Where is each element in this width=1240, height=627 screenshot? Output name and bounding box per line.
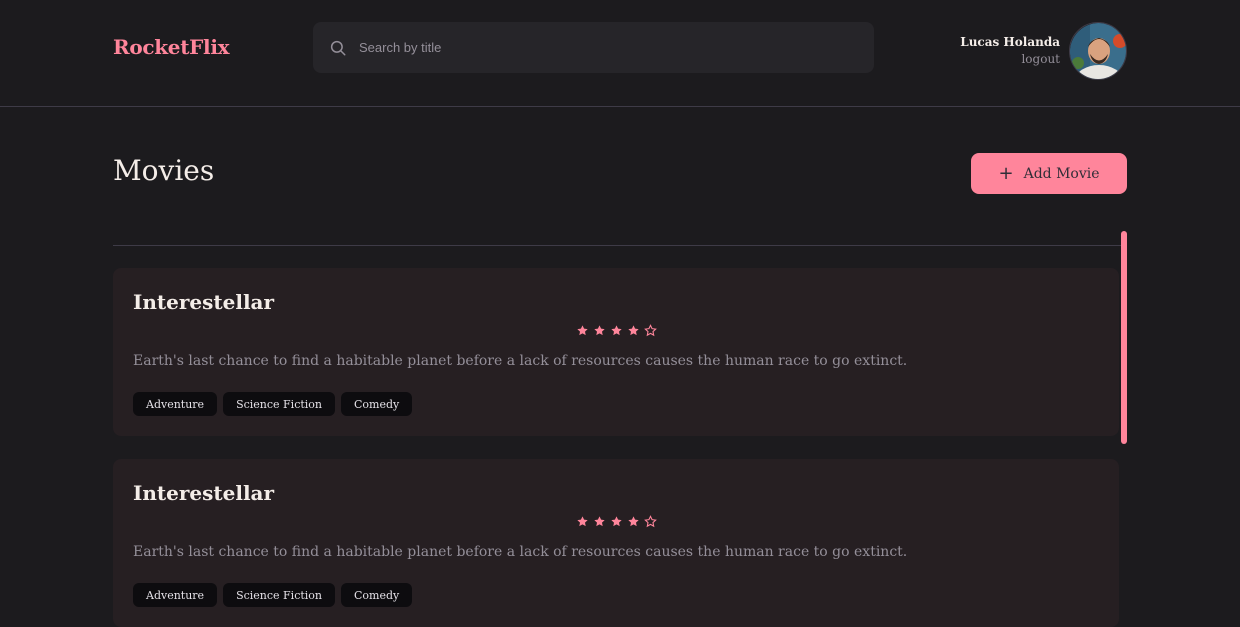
star-filled-icon (594, 325, 605, 336)
star-filled-icon (611, 516, 622, 527)
logo[interactable]: RocketFlix (113, 35, 230, 59)
user-name: Lucas Holanda (960, 35, 1060, 49)
page-title: Movies (113, 154, 215, 187)
user-profile: Lucas Holanda logout (960, 21, 1127, 81)
star-filled-icon (577, 325, 588, 336)
movie-description: Earth's last chance to find a habitable … (133, 544, 908, 560)
logout-link[interactable]: logout (960, 51, 1060, 68)
tag: Science Fiction (223, 583, 336, 607)
star-empty-icon (644, 324, 657, 337)
add-movie-button[interactable]: + Add Movie (971, 153, 1127, 194)
star-filled-icon (594, 516, 605, 527)
add-movie-label: Add Movie (1023, 165, 1100, 182)
divider (113, 245, 1127, 246)
tag: Comedy (341, 392, 413, 416)
tag: Comedy (341, 583, 413, 607)
scrollbar[interactable] (1121, 231, 1127, 444)
movie-card[interactable]: Interestellar Earth's last chance to fin… (113, 459, 1119, 627)
tag: Adventure (133, 392, 218, 416)
star-filled-icon (577, 516, 588, 527)
star-empty-icon (644, 515, 657, 528)
star-filled-icon (628, 516, 639, 527)
star-filled-icon (628, 325, 639, 336)
search-input[interactable] (357, 22, 857, 73)
movie-title: Interestellar (133, 481, 275, 505)
profile-text: Lucas Holanda logout (960, 34, 1060, 68)
plus-icon: + (998, 162, 1014, 184)
movie-title: Interestellar (133, 290, 275, 314)
movie-tags: Adventure Science Fiction Comedy (133, 392, 413, 416)
movie-card[interactable]: Interestellar Earth's last chance to fin… (113, 268, 1119, 436)
tag: Adventure (133, 583, 218, 607)
star-filled-icon (611, 325, 622, 336)
rating-stars (576, 515, 657, 528)
movie-description: Earth's last chance to find a habitable … (133, 353, 908, 369)
rating-stars (576, 324, 657, 337)
search-bar[interactable] (313, 22, 874, 73)
tag: Science Fiction (223, 392, 336, 416)
search-icon (330, 40, 346, 56)
movie-tags: Adventure Science Fiction Comedy (133, 583, 413, 607)
avatar[interactable] (1069, 22, 1127, 80)
avatar-image (1070, 23, 1126, 79)
header: RocketFlix Lucas Holanda logout (0, 0, 1240, 107)
